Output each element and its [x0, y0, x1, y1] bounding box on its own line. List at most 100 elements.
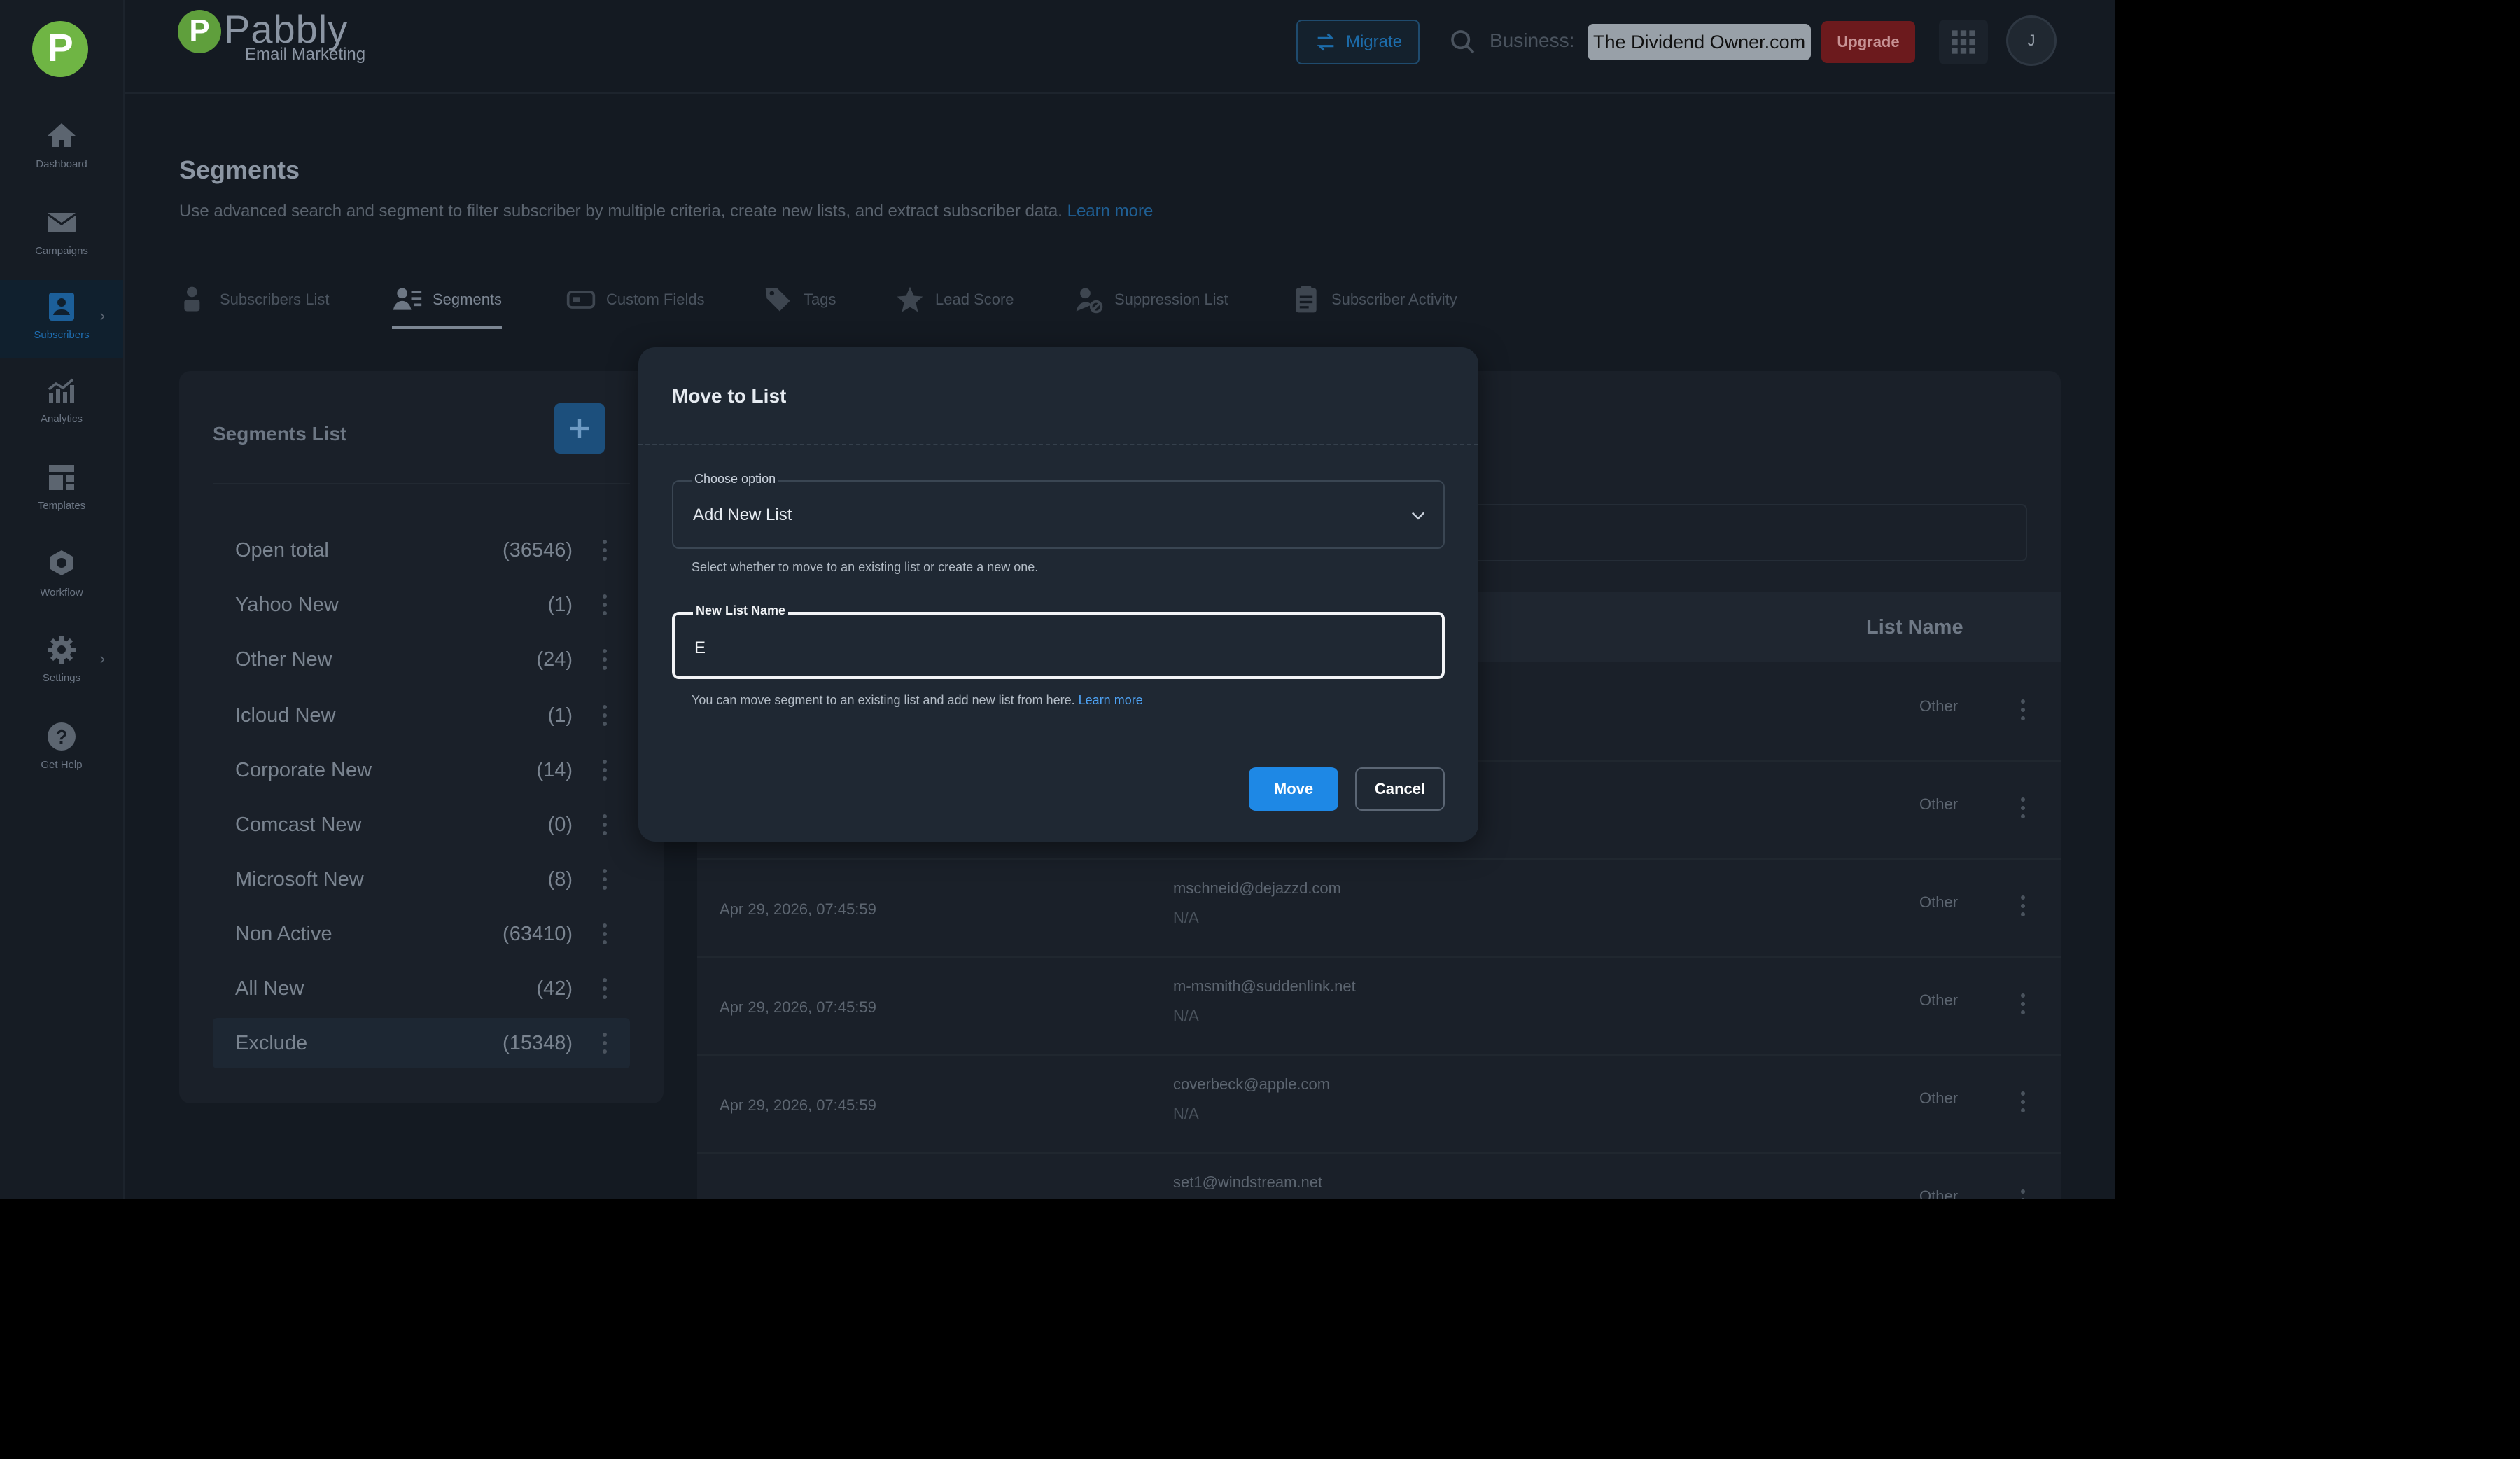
- more-vertical-icon[interactable]: [2020, 1189, 2026, 1199]
- more-vertical-icon[interactable]: [2020, 699, 2026, 721]
- segment-name: Other New: [235, 648, 332, 671]
- new-list-name-input[interactable]: [693, 636, 1396, 661]
- more-vertical-icon[interactable]: [602, 539, 608, 561]
- segment-item[interactable]: Non Active (63410): [213, 909, 630, 959]
- row-list-name: Other: [1919, 991, 1959, 1009]
- brand-logo[interactable]: P Pabbly Email Marketing: [178, 10, 365, 64]
- more-vertical-icon[interactable]: [602, 814, 608, 836]
- sidebar-item-settings[interactable]: Settings ›: [0, 623, 123, 701]
- more-vertical-icon[interactable]: [2020, 993, 2026, 1015]
- sidebar-item-dashboard[interactable]: Dashboard: [0, 109, 123, 188]
- segment-name: Microsoft New: [235, 867, 364, 891]
- home-icon: [48, 123, 76, 147]
- segment-name: Icloud New: [235, 704, 336, 727]
- user-list-icon: [184, 286, 200, 312]
- table-row[interactable]: Apr 29, 2026, 07:45:59 mschneid@dejazzd.…: [697, 858, 2061, 958]
- sidebar-item-label: Campaigns: [35, 245, 88, 257]
- business-label: Business:: [1490, 29, 1575, 51]
- segment-item[interactable]: All New (42): [213, 963, 630, 1014]
- templates-icon: [49, 465, 74, 490]
- segments-list-title: Segments List: [213, 423, 347, 445]
- svg-text:?: ?: [55, 726, 67, 748]
- tab-segments[interactable]: Segments: [392, 273, 503, 329]
- avatar[interactable]: J: [2006, 15, 2057, 66]
- tab-label: Lead Score: [935, 291, 1014, 308]
- table-row[interactable]: set1@windstream.net Other: [697, 1152, 2061, 1199]
- row-date: Apr 29, 2026, 07:45:59: [720, 1096, 876, 1114]
- table-row[interactable]: Apr 29, 2026, 07:45:59 coverbeck@apple.c…: [697, 1054, 2061, 1154]
- migrate-label: Migrate: [1345, 32, 1403, 51]
- pabbly-logo-icon[interactable]: P: [32, 21, 88, 77]
- column-header-list-name: List Name: [1866, 616, 1963, 638]
- segment-item[interactable]: Other New (24): [213, 634, 630, 685]
- segment-item[interactable]: Exclude (15348): [213, 1018, 630, 1068]
- more-vertical-icon[interactable]: [602, 868, 608, 891]
- apps-grid-icon[interactable]: [1939, 20, 1988, 64]
- tab-lead-score[interactable]: Lead Score: [895, 273, 1014, 326]
- more-vertical-icon[interactable]: [602, 704, 608, 727]
- tab-suppression-list[interactable]: Suppression List: [1074, 273, 1228, 326]
- business-selector[interactable]: The Dividend Owner.com: [1588, 24, 1812, 60]
- row-date: Apr 29, 2026, 07:45:59: [720, 998, 876, 1016]
- add-segment-button[interactable]: [554, 403, 605, 454]
- sidebar-item-get-help[interactable]: ? Get Help: [0, 710, 123, 788]
- segment-name: Comcast New: [235, 813, 362, 836]
- more-vertical-icon[interactable]: [602, 594, 608, 616]
- table-search-input[interactable]: [1467, 504, 2027, 561]
- sidebar-item-label: Dashboard: [36, 158, 88, 170]
- more-vertical-icon[interactable]: [602, 923, 608, 945]
- segments-list-panel: Segments List Open total (36546) Yahoo N…: [179, 371, 664, 1103]
- sidebar-item-label: Analytics: [40, 413, 83, 425]
- tab-custom-fields[interactable]: Custom Fields: [566, 273, 705, 326]
- learn-more-link[interactable]: Learn more: [1079, 693, 1143, 707]
- tab-label: Segments: [433, 291, 503, 308]
- more-vertical-icon[interactable]: [602, 1032, 608, 1054]
- tab-subscriber-activity[interactable]: Subscriber Activity: [1291, 273, 1457, 326]
- more-vertical-icon[interactable]: [2020, 797, 2026, 819]
- learn-more-link[interactable]: Learn more: [1068, 202, 1154, 221]
- sidebar-item-label: Templates: [37, 500, 86, 512]
- tab-subscribers-list[interactable]: Subscribers List: [179, 273, 330, 326]
- segment-item[interactable]: Microsoft New (8): [213, 854, 630, 905]
- segment-item[interactable]: Icloud New (1): [213, 690, 630, 741]
- more-vertical-icon[interactable]: [602, 648, 608, 671]
- migrate-button[interactable]: Migrate: [1296, 20, 1420, 64]
- clipboard-icon: [1296, 286, 1317, 313]
- segment-item[interactable]: Comcast New (0): [213, 800, 630, 850]
- segment-item[interactable]: Yahoo New (1): [213, 580, 630, 630]
- top-bar: P Pabbly Email Marketing Migrate Busines…: [125, 0, 2115, 94]
- more-vertical-icon[interactable]: [2020, 895, 2026, 917]
- divider: [213, 483, 630, 484]
- new-list-name-field[interactable]: New List Name: [672, 603, 1445, 679]
- cancel-button[interactable]: Cancel: [1355, 767, 1445, 811]
- sidebar-item-campaigns[interactable]: Campaigns: [0, 196, 123, 274]
- choose-option-label: Choose option: [692, 472, 779, 487]
- sidebar-item-subscribers[interactable]: Subscribers ›: [0, 280, 123, 358]
- row-list-name: Other: [1919, 893, 1959, 911]
- segment-count: (1): [547, 593, 573, 616]
- more-vertical-icon[interactable]: [602, 977, 608, 1000]
- segment-count: (14): [536, 758, 573, 781]
- new-list-name-help-text: You can move segment to an existing list…: [692, 693, 1075, 707]
- more-vertical-icon[interactable]: [2020, 1091, 2026, 1113]
- choose-option-select[interactable]: Choose option Add New List: [672, 472, 1445, 549]
- sidebar-item-workflow[interactable]: Workflow: [0, 538, 123, 616]
- sidebar-item-templates[interactable]: Templates: [0, 451, 123, 529]
- tag-icon: [765, 288, 790, 312]
- tab-tags[interactable]: Tags: [763, 273, 836, 326]
- table-row[interactable]: Apr 29, 2026, 07:45:59 m-msmith@suddenli…: [697, 956, 2061, 1056]
- upgrade-button[interactable]: Upgrade: [1821, 21, 1915, 63]
- search-icon[interactable]: [1449, 28, 1477, 56]
- sidebar: P Dashboard Campaigns Subscribers › Anal…: [0, 0, 125, 1199]
- choose-option-help: Select whether to move to an existing li…: [692, 560, 1039, 574]
- row-email: m-msmith@suddenlink.net: [1173, 977, 1356, 995]
- analytics-icon: [48, 378, 74, 403]
- move-button[interactable]: Move: [1249, 767, 1338, 811]
- more-vertical-icon[interactable]: [602, 759, 608, 781]
- move-to-list-dialog: Move to List Choose option Add New List …: [638, 347, 1478, 842]
- segment-item[interactable]: Open total (36546): [213, 525, 630, 575]
- row-list-name: Other: [1919, 1089, 1959, 1107]
- segment-item[interactable]: Corporate New (14): [213, 745, 630, 795]
- sidebar-item-analytics[interactable]: Analytics: [0, 364, 123, 442]
- plus-icon: [570, 419, 589, 438]
